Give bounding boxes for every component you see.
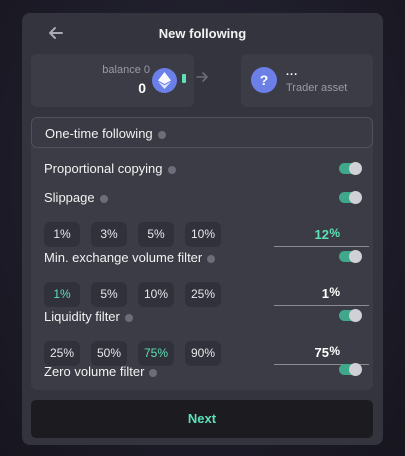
trader-asset-card[interactable]: ? ... Trader asset bbox=[241, 54, 373, 107]
slippage-row: Slippage bbox=[44, 190, 108, 205]
info-icon[interactable] bbox=[124, 313, 133, 322]
page-title: New following bbox=[158, 26, 247, 41]
slippage-option-5[interactable]: 5% bbox=[138, 222, 174, 247]
balance-label: balance 0 bbox=[102, 64, 150, 76]
one-time-following-option[interactable]: One-time following bbox=[31, 117, 373, 148]
question-icon: ? bbox=[251, 67, 277, 93]
info-icon[interactable] bbox=[99, 194, 108, 203]
slippage-value: 12 bbox=[314, 227, 329, 242]
info-icon[interactable] bbox=[149, 368, 158, 377]
liquidity-option-75[interactable]: 75% bbox=[138, 341, 174, 366]
header: New following bbox=[22, 13, 383, 53]
slippage-option-1[interactable]: 1% bbox=[44, 222, 80, 247]
trader-name: ... bbox=[286, 66, 299, 78]
liquidity-input[interactable]: 75 % bbox=[274, 339, 369, 365]
info-icon[interactable] bbox=[157, 130, 166, 139]
proportional-copying-toggle[interactable] bbox=[339, 162, 362, 175]
slippage-unit: % bbox=[329, 226, 340, 240]
slippage-label: Slippage bbox=[44, 190, 95, 205]
balance-card[interactable]: balance 0 0 bbox=[31, 54, 194, 107]
min-volume-option-25[interactable]: 25% bbox=[185, 282, 221, 307]
new-following-panel: New following balance 0 0 ? ... Trader a… bbox=[22, 13, 383, 445]
zero-volume-toggle[interactable] bbox=[339, 363, 362, 376]
info-icon[interactable] bbox=[167, 165, 176, 174]
liquidity-value: 75 bbox=[314, 345, 329, 360]
liquidity-filter-row: Liquidity filter bbox=[44, 309, 133, 324]
min-volume-toggle[interactable] bbox=[339, 250, 362, 263]
min-volume-label: Min. exchange volume filter bbox=[44, 250, 203, 265]
zero-volume-row: Zero volume filter bbox=[44, 364, 158, 379]
slippage-input[interactable]: 12 % bbox=[274, 221, 369, 247]
slippage-option-10[interactable]: 10% bbox=[185, 222, 221, 247]
min-volume-option-1[interactable]: 1% bbox=[44, 282, 80, 307]
min-volume-row: Min. exchange volume filter bbox=[44, 250, 216, 265]
liquidity-unit: % bbox=[329, 344, 340, 358]
proportional-copying-label: Proportional copying bbox=[44, 161, 163, 176]
slippage-option-3[interactable]: 3% bbox=[91, 222, 127, 247]
next-button[interactable]: Next bbox=[31, 400, 373, 438]
slippage-toggle[interactable] bbox=[339, 191, 362, 204]
liquidity-option-50[interactable]: 50% bbox=[91, 341, 127, 366]
liquidity-filter-label: Liquidity filter bbox=[44, 309, 120, 324]
min-volume-value: 1 bbox=[321, 286, 329, 301]
selection-indicator bbox=[182, 74, 186, 83]
info-icon[interactable] bbox=[207, 254, 216, 263]
zero-volume-label: Zero volume filter bbox=[44, 364, 145, 379]
proportional-copying-row: Proportional copying bbox=[44, 161, 176, 176]
one-time-following-label: One-time following bbox=[45, 126, 153, 141]
liquidity-filter-toggle[interactable] bbox=[339, 309, 362, 322]
min-volume-option-10[interactable]: 10% bbox=[138, 282, 174, 307]
min-volume-unit: % bbox=[329, 285, 340, 299]
trader-asset-label: Trader asset bbox=[286, 82, 348, 94]
arrow-right-icon bbox=[196, 72, 208, 82]
settings-section: One-time following Proportional copying … bbox=[31, 117, 373, 390]
liquidity-option-25[interactable]: 25% bbox=[44, 341, 80, 366]
balance-value: 0 bbox=[138, 80, 146, 96]
min-volume-option-5[interactable]: 5% bbox=[91, 282, 127, 307]
ethereum-icon bbox=[152, 68, 177, 93]
min-volume-input[interactable]: 1 % bbox=[274, 280, 369, 306]
liquidity-option-90[interactable]: 90% bbox=[185, 341, 221, 366]
